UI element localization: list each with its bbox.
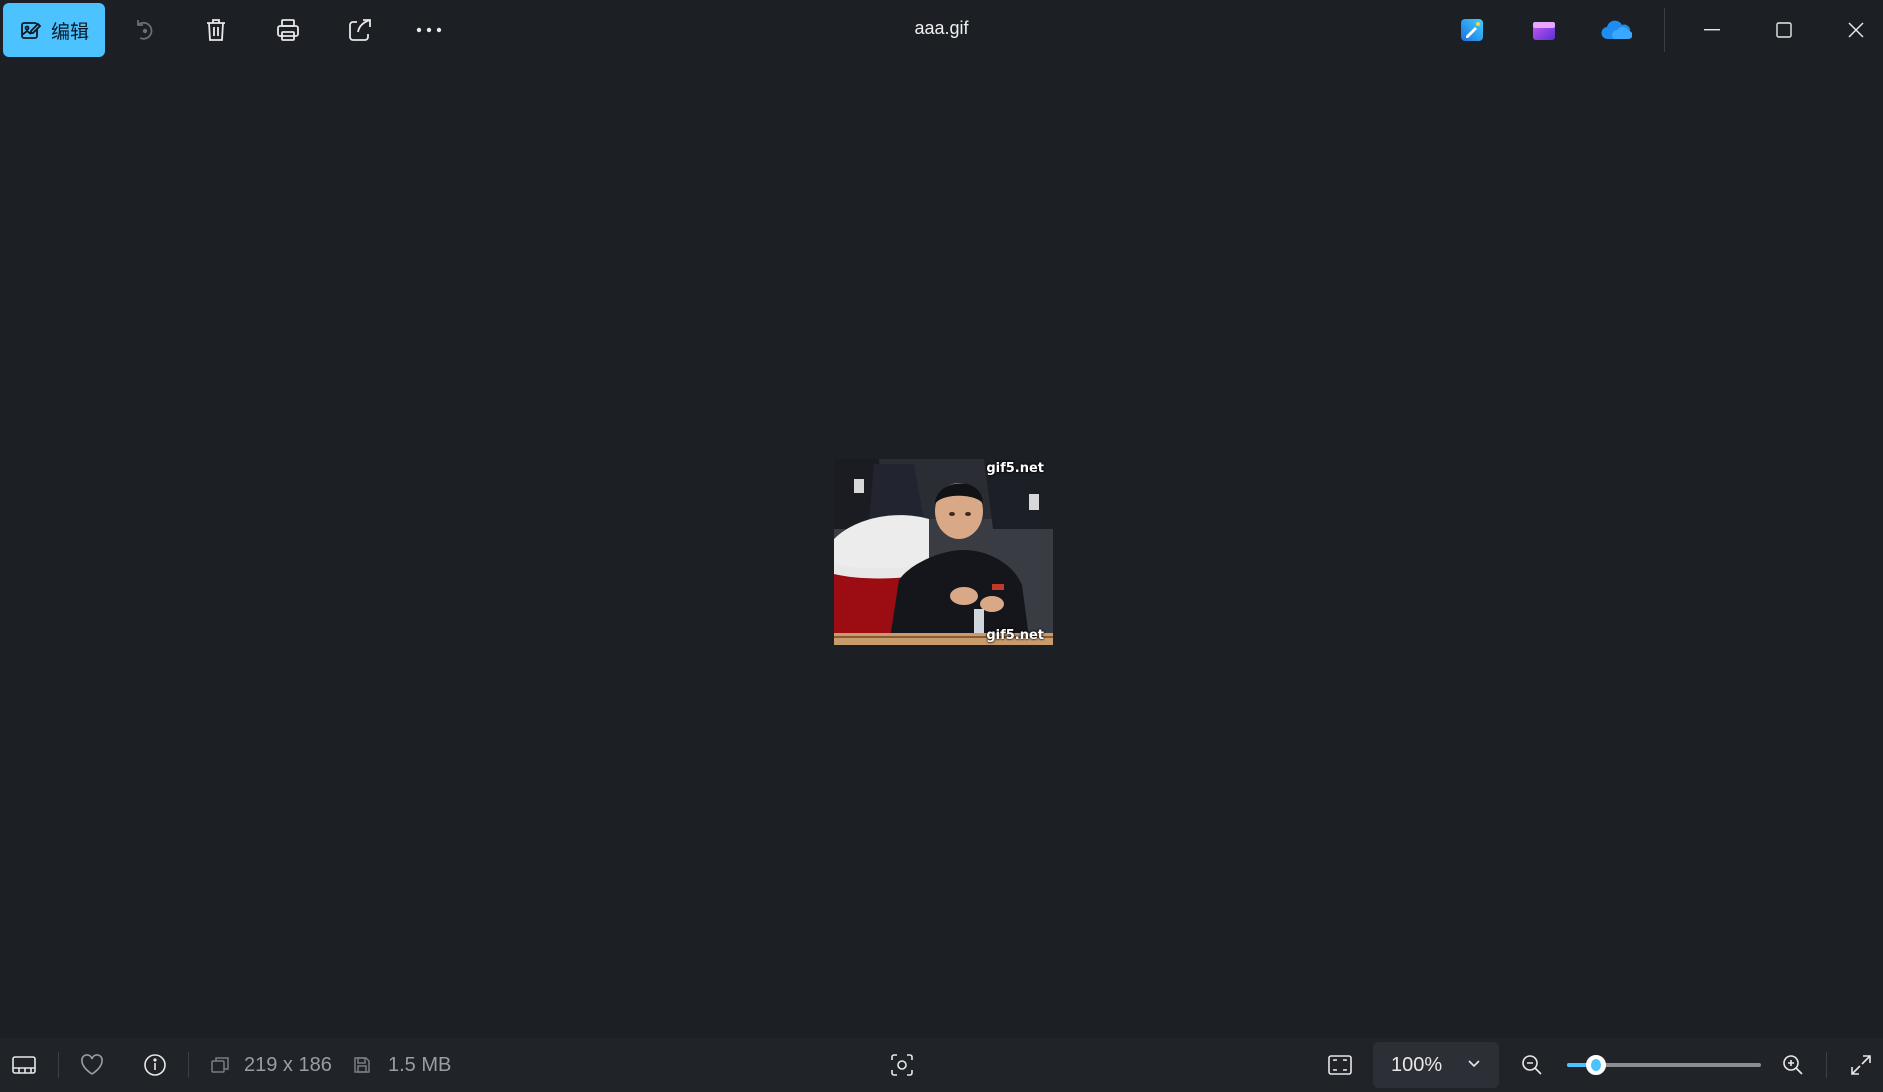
fullscreen-icon[interactable] (1844, 1038, 1878, 1092)
clipchamp-icon[interactable] (1526, 12, 1562, 48)
onedrive-icon[interactable] (1598, 12, 1634, 48)
file-size: 1.5 MB (388, 1053, 452, 1076)
visual-search-icon[interactable] (885, 1038, 919, 1092)
chevron-down-icon (1467, 1057, 1481, 1071)
status-separator (58, 1052, 59, 1078)
titlebar-divider (1664, 8, 1665, 52)
zoom-slider-thumb[interactable] (1586, 1055, 1606, 1075)
dimensions-icon (208, 1038, 232, 1092)
gif-image: gif5.net gif5.net (834, 459, 1053, 645)
fit-to-window-icon[interactable] (1323, 1038, 1357, 1092)
image-dimensions: 219 x 186 (244, 1053, 332, 1076)
file-size-icon (350, 1038, 374, 1092)
zoom-dropdown[interactable]: 100% (1373, 1042, 1499, 1088)
zoom-value: 100% (1391, 1053, 1443, 1076)
status-bar: 219 x 186 1.5 MB 100% (0, 1038, 1883, 1092)
watermark-bottom: gif5.net (986, 628, 1044, 643)
status-separator (1826, 1052, 1827, 1078)
favorite-icon[interactable] (76, 1038, 108, 1092)
maximize-icon[interactable] (1748, 0, 1820, 60)
info-icon[interactable] (140, 1038, 170, 1092)
zoom-slider[interactable] (1567, 1055, 1761, 1075)
title-bar: 编辑 aaa.gif (0, 0, 1883, 60)
filmstrip-icon[interactable] (8, 1038, 40, 1092)
designer-app-icon[interactable] (1454, 12, 1490, 48)
close-icon[interactable] (1820, 0, 1883, 60)
zoom-in-icon[interactable] (1777, 1038, 1809, 1092)
minimize-icon[interactable] (1676, 0, 1748, 60)
status-separator (188, 1052, 189, 1078)
watermark-top: gif5.net (986, 461, 1044, 476)
zoom-out-icon[interactable] (1516, 1038, 1548, 1092)
